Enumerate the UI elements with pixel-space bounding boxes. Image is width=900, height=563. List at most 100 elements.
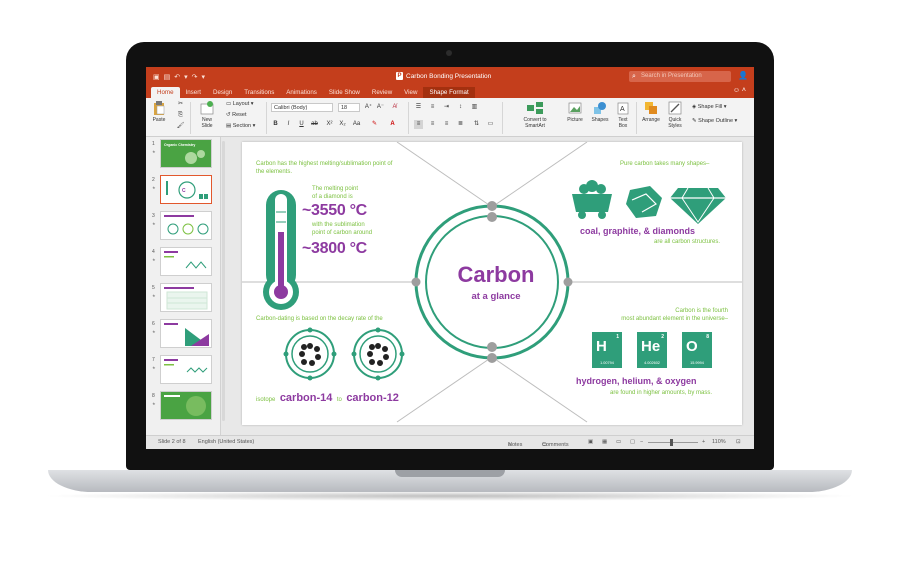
bold-button[interactable]: B: [271, 120, 280, 129]
redo-icon[interactable]: ↷: [192, 73, 198, 81]
picture-icon: [568, 102, 582, 114]
thumbnail-slide-8[interactable]: 8 ★: [150, 391, 216, 421]
search-input[interactable]: ⌕ Search in Presentation: [629, 71, 731, 82]
tab-review[interactable]: Review: [366, 87, 398, 98]
convert-smartart-button[interactable]: Convert to SmartArt: [518, 101, 552, 129]
isotope-line: isotope carbon-14 to carbon-12: [256, 392, 399, 404]
thumbnail-slide-5[interactable]: 5 ★: [150, 283, 216, 313]
shapes-button[interactable]: Shapes: [589, 101, 611, 123]
tab-view[interactable]: View: [398, 87, 423, 98]
thumbnail-slide-2[interactable]: 2 ★ C: [150, 175, 216, 205]
dropdown-icon[interactable]: ▾: [184, 73, 188, 81]
ribbon-tabs: Home Insert Design Transitions Animation…: [146, 86, 754, 98]
shapes-icon: [594, 102, 606, 114]
svg-text:C: C: [182, 188, 186, 194]
document-title: Carbon Bonding Presentation: [406, 72, 492, 80]
reset-button[interactable]: ↺ Reset: [226, 112, 247, 118]
tab-insert[interactable]: Insert: [180, 87, 207, 98]
shape-outline-button[interactable]: ✎ Shape Outline ▾: [692, 118, 737, 124]
zoom-slider-thumb[interactable]: [670, 439, 673, 446]
fourth-abundant-text: Carbon is the fourth most abundant elemen…: [621, 308, 728, 322]
italic-button[interactable]: I: [284, 120, 293, 129]
align-left-icon[interactable]: ≡: [414, 120, 423, 129]
zoom-slider[interactable]: [648, 439, 698, 446]
thumbnail-slide-3[interactable]: 3 ★: [150, 211, 216, 241]
sublimation-text: with the sublimation point of carbon arou…: [312, 222, 373, 236]
carbon-shapes-list: coal, graphite, & diamonds: [580, 226, 696, 236]
grow-font-icon[interactable]: A⁺: [364, 103, 373, 112]
reading-view-icon[interactable]: ▭: [616, 439, 621, 445]
tab-design[interactable]: Design: [207, 87, 238, 98]
copy-icon[interactable]: ⎘: [176, 111, 185, 120]
search-icon: ⌕: [632, 73, 636, 80]
line-spacing-icon[interactable]: ↕: [456, 103, 465, 112]
slide-center-subtitle: at a glance: [471, 291, 521, 302]
superscript-button[interactable]: X²: [325, 120, 334, 129]
shrink-font-icon[interactable]: A⁻: [376, 103, 385, 112]
normal-view-icon[interactable]: ▣: [588, 439, 593, 445]
thumbnail-slide-1[interactable]: 1 ★ Organic Chemistry: [150, 139, 216, 169]
slide-canvas[interactable]: Carbon at a glance Carbon has the highes…: [242, 142, 742, 425]
zoom-out-icon[interactable]: −: [640, 439, 643, 445]
thumbnail-slide-6[interactable]: 6 ★: [150, 319, 216, 349]
font-name-select[interactable]: Calibri (Body): [271, 103, 333, 112]
title-bar: ▣ ▤ ↶ ▾ ↷ ▾ P Carbon Bonding Presentatio…: [146, 67, 754, 86]
format-painter-icon[interactable]: 🖌: [176, 122, 185, 131]
slide-counter: Slide 2 of 8: [158, 439, 186, 445]
shape-fill-button[interactable]: ◈ Shape Fill ▾: [692, 104, 727, 110]
feedback-smile-icon[interactable]: ☺ ˄: [733, 87, 746, 94]
text-direction-icon[interactable]: ⇅: [472, 120, 481, 129]
laptop-shadow: [40, 491, 860, 501]
zoom-level[interactable]: 110%: [712, 439, 726, 445]
font-color-icon[interactable]: A: [388, 120, 397, 129]
character-spacing-button[interactable]: Aa: [352, 120, 361, 129]
text-box-button[interactable]: A Text Box: [614, 101, 632, 129]
carbon-sublimation-temp: ~3800 °C: [302, 240, 367, 257]
highlight-icon[interactable]: ✎: [370, 120, 379, 129]
align-text-icon[interactable]: ▭: [486, 120, 495, 129]
pen-icon: ✎: [692, 118, 697, 124]
clear-format-icon[interactable]: A̸: [390, 103, 399, 112]
strikethrough-button[interactable]: ab: [310, 120, 319, 129]
indent-icon[interactable]: ⇥: [442, 103, 451, 112]
subscript-button[interactable]: X₂: [338, 120, 347, 129]
fit-slide-icon[interactable]: ⊡: [736, 439, 741, 445]
quick-styles-button[interactable]: Quick Styles: [665, 101, 685, 129]
font-size-select[interactable]: 18: [338, 103, 360, 112]
paste-button[interactable]: Paste: [150, 101, 168, 123]
share-icon[interactable]: 👤: [738, 71, 748, 80]
align-center-icon[interactable]: ≡: [428, 120, 437, 129]
more-icon[interactable]: ▾: [202, 73, 206, 81]
laptop-notch: [395, 470, 505, 477]
section-button[interactable]: ▤ Section ▾: [226, 123, 255, 129]
thumbnail-slide-7[interactable]: 7 ★: [150, 355, 216, 385]
new-slide-button[interactable]: New Slide: [196, 101, 218, 129]
cut-icon[interactable]: ✂: [176, 100, 185, 109]
tab-animations[interactable]: Animations: [280, 87, 323, 98]
thumbnail-scrollbar[interactable]: [222, 141, 225, 421]
melting-point-diamond: The melting point of a diamond is: [312, 186, 359, 200]
bullets-icon[interactable]: ☰: [414, 103, 423, 112]
language-indicator[interactable]: English (United States): [198, 439, 254, 445]
sidebar-toggle-icon[interactable]: ▣: [153, 73, 160, 81]
arrange-button[interactable]: Arrange: [640, 101, 662, 123]
tab-home[interactable]: Home: [151, 87, 180, 98]
tab-shape-format[interactable]: Shape Format: [423, 87, 475, 98]
text-box-icon: A: [617, 102, 629, 115]
undo-icon[interactable]: ↶: [174, 73, 180, 81]
save-icon[interactable]: ▤: [164, 73, 171, 81]
zoom-in-icon[interactable]: +: [702, 439, 705, 445]
align-right-icon[interactable]: ≡: [442, 120, 451, 129]
clipboard-icon: [154, 101, 165, 115]
columns-icon[interactable]: ▥: [470, 103, 479, 112]
thumbnail-slide-4[interactable]: 4 ★: [150, 247, 216, 277]
justify-icon[interactable]: ≣: [456, 120, 465, 129]
layout-button[interactable]: ▭ Layout ▾: [226, 101, 254, 107]
slide-sorter-icon[interactable]: ▦: [602, 439, 607, 445]
tab-slide-show[interactable]: Slide Show: [323, 87, 366, 98]
picture-button[interactable]: Picture: [564, 101, 586, 123]
slideshow-icon[interactable]: ▢: [630, 439, 635, 445]
numbering-icon[interactable]: ≡: [428, 103, 437, 112]
underline-button[interactable]: U: [297, 120, 306, 129]
tab-transitions[interactable]: Transitions: [238, 87, 280, 98]
